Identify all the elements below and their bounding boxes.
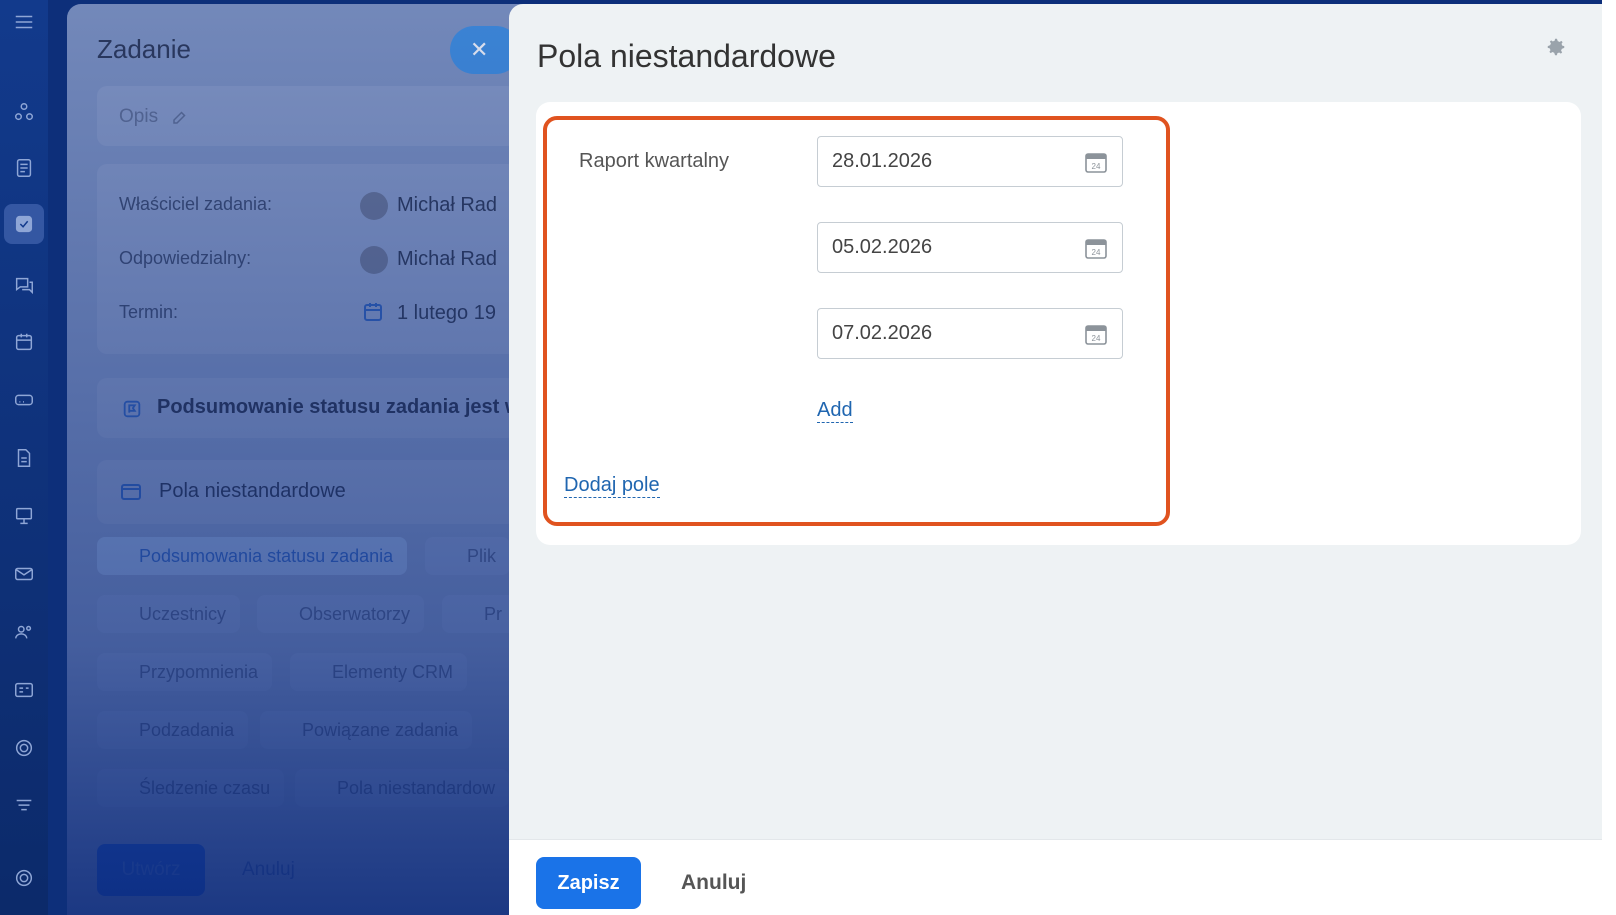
chip-observers[interactable]: Obserwatorzy: [257, 595, 425, 633]
responsible-value[interactable]: Michał Rad: [397, 248, 497, 271]
edit-icon: [173, 111, 186, 124]
file-icon[interactable]: [8, 442, 40, 474]
chip-time-tracking[interactable]: Śledzenie czasu: [97, 769, 285, 807]
chip-participants[interactable]: Uczestnicy: [97, 595, 241, 633]
date-input-1[interactable]: 28.01.2026 24: [817, 136, 1123, 187]
settings-rail-icon[interactable]: [8, 862, 40, 894]
field-label-quarterly-report: Raport kwartalny: [579, 150, 730, 172]
custom-fields-slider: Pola niestandardowe Raport kwartalny 28.…: [509, 4, 1602, 915]
chip-subtasks[interactable]: Podzadania: [97, 711, 249, 749]
close-icon: ✕: [470, 37, 489, 62]
calendar-icon: [364, 303, 382, 321]
owner-label: Właściciel zadania:: [119, 194, 273, 214]
calendar-icon[interactable]: [8, 326, 40, 358]
window-icon: [121, 484, 141, 500]
drive-icon[interactable]: [8, 384, 40, 416]
owner-value[interactable]: Michał Rad: [397, 194, 497, 217]
documents-icon[interactable]: [8, 152, 40, 184]
chip-status-summaries[interactable]: Podsumowania statusu zadania: [97, 537, 408, 575]
avatar: [360, 192, 388, 220]
chip-more[interactable]: Pr: [442, 595, 516, 633]
avatar: [360, 246, 388, 274]
chat-icon[interactable]: [8, 269, 40, 301]
calendar-icon[interactable]: 24: [1084, 322, 1108, 346]
presentation-icon[interactable]: [8, 500, 40, 532]
status-summary-text: Podsumowanie statusu zadania jest w: [157, 396, 521, 418]
add-date-link[interactable]: Add: [817, 398, 853, 423]
custom-fields-section[interactable]: Pola niestandardowe: [97, 460, 517, 524]
gear-icon[interactable]: [1545, 36, 1567, 58]
slider-footer: Zapisz Anuluj: [509, 839, 1602, 915]
left-nav-rail: [0, 0, 48, 915]
menu-icon[interactable]: [8, 6, 40, 38]
tasks-icon[interactable]: [4, 204, 44, 244]
target-icon[interactable]: [8, 732, 40, 764]
date-input-3[interactable]: 07.02.2026 24: [817, 308, 1123, 359]
responsible-label: Odpowiedzialny:: [119, 248, 252, 268]
chip-linked-tasks[interactable]: Powiązane zadania: [260, 711, 473, 749]
contacts-icon[interactable]: [8, 674, 40, 706]
description-placeholder: Opis: [119, 106, 159, 127]
custom-fields-section-label: Pola niestandardowe: [159, 480, 346, 502]
calendar-icon[interactable]: 24: [1084, 236, 1108, 260]
right-edge-strip: [1602, 0, 1616, 915]
svg-text:24: 24: [1092, 248, 1101, 257]
task-form-panel: Zadanie ✕ Opis Właściciel zadania: Micha…: [67, 4, 537, 915]
add-field-link[interactable]: Dodaj pole: [564, 473, 660, 498]
chip-crm-items[interactable]: Elementy CRM: [290, 653, 468, 691]
task-info-card: Właściciel zadania: Michał Rad Odpowiedz…: [97, 164, 517, 354]
feed-icon[interactable]: [8, 96, 40, 128]
date-input-2[interactable]: 05.02.2026 24: [817, 222, 1123, 273]
status-summary-card[interactable]: Podsumowanie statusu zadania jest w: [97, 378, 521, 438]
svg-text:24: 24: [1092, 334, 1101, 343]
filter-icon[interactable]: [8, 790, 40, 822]
deadline-label: Termin:: [119, 302, 179, 322]
save-button[interactable]: Zapisz: [536, 857, 641, 909]
task-title: Zadanie: [97, 34, 191, 64]
chip-reminders[interactable]: Przypomnienia: [97, 653, 273, 691]
cancel-task-button[interactable]: Anuluj: [242, 859, 295, 881]
description-field[interactable]: Opis: [97, 86, 517, 146]
mail-icon[interactable]: [8, 558, 40, 590]
flag-icon: [123, 400, 141, 418]
slider-title: Pola niestandardowe: [537, 38, 836, 74]
calendar-icon[interactable]: 24: [1084, 150, 1108, 174]
chip-files[interactable]: Plik: [425, 537, 511, 575]
deadline-value[interactable]: 1 lutego 19: [397, 302, 496, 325]
svg-text:24: 24: [1092, 162, 1101, 171]
cancel-button[interactable]: Anuluj: [681, 871, 746, 895]
chip-custom-fields[interactable]: Pola niestandardow: [295, 769, 510, 807]
users-icon[interactable]: [8, 616, 40, 648]
create-task-button[interactable]: Utwórz: [97, 844, 205, 896]
